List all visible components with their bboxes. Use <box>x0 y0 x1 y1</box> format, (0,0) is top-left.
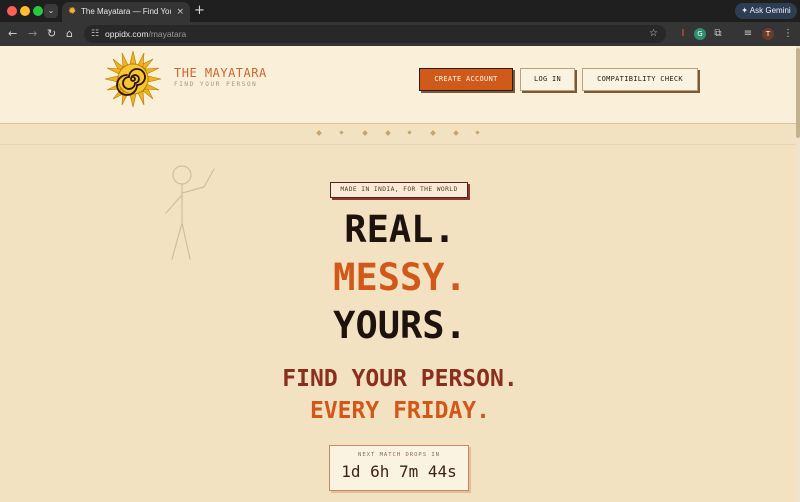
brand-tagline: FIND YOUR PERSON <box>174 81 258 88</box>
headline-yours: YOURS. <box>333 304 467 347</box>
extension-g-icon[interactable]: G <box>694 28 706 40</box>
log-in-button[interactable]: LOG IN <box>520 68 575 91</box>
new-tab-icon[interactable]: + <box>194 4 205 18</box>
headline-messy: MESSY. <box>333 256 467 299</box>
profile-avatar-icon[interactable]: T <box>762 28 774 40</box>
extension-i-icon[interactable]: I <box>677 28 689 40</box>
forward-arrow-icon[interactable]: → <box>28 27 37 41</box>
reading-list-icon[interactable]: ≡ <box>742 28 754 40</box>
url-path: /mayatara <box>148 29 187 39</box>
browser-tab[interactable]: ✹ The Mayatara — Find Your Person × <box>62 2 190 22</box>
subheadline-find-person: FIND YOUR PERSON. <box>282 366 518 392</box>
back-arrow-icon[interactable]: ← <box>8 27 17 41</box>
tab-close-icon[interactable]: × <box>176 6 184 18</box>
brand-name[interactable]: THE MAYATARA <box>174 66 267 80</box>
sun-favicon-icon: ✹ <box>68 6 77 17</box>
site-settings-icon[interactable]: ☷ <box>91 27 99 41</box>
site-header: THE MAYATARA FIND YOUR PERSON CREATE ACC… <box>0 46 800 124</box>
ask-gemini-button[interactable]: ✦ Ask Gemini <box>735 3 797 19</box>
browser-toolbar: ← → ↻ ⌂ ☷ oppidx.com/mayatara ☆ I G ⧉ ≡ … <box>0 22 800 46</box>
next-match-countdown: NEXT MATCH DROPS IN 1d 6h 7m 44s <box>329 445 469 491</box>
ask-gemini-label: Ask Gemini <box>749 6 791 15</box>
subheadline-every-friday: EVERY FRIDAY. <box>309 398 490 424</box>
browser-tab-bar: ⌄ ✹ The Mayatara — Find Your Person × + … <box>0 0 800 22</box>
gemini-sparkle-icon: ✦ <box>741 6 750 15</box>
extensions-puzzle-icon[interactable]: ⧉ <box>712 28 724 40</box>
url-text: oppidx.com/mayatara <box>105 27 186 41</box>
compatibility-check-button[interactable]: COMPATIBILITY CHECK <box>582 68 698 91</box>
maximize-window-icon[interactable] <box>33 6 43 16</box>
tab-title: The Mayatara — Find Your Person <box>81 7 171 16</box>
countdown-value: 1d 6h 7m 44s <box>341 462 457 481</box>
hero-divider <box>0 144 800 145</box>
home-icon[interactable]: ⌂ <box>66 27 73 41</box>
url-host: oppidx.com <box>105 29 149 39</box>
address-bar[interactable]: ☷ oppidx.com/mayatara ☆ <box>84 25 666 43</box>
page-content: THE MAYATARA FIND YOUR PERSON CREATE ACC… <box>0 46 800 502</box>
headline-real: REAL. <box>344 208 456 251</box>
minimize-window-icon[interactable] <box>20 6 30 16</box>
bookmark-star-icon[interactable]: ☆ <box>649 27 658 41</box>
decorative-dot-row <box>0 128 800 138</box>
made-in-india-badge: MADE IN INDIA, FOR THE WORLD <box>330 182 468 198</box>
browser-menu-icon[interactable]: ⋮ <box>782 28 794 40</box>
tab-search-icon[interactable]: ⌄ <box>44 4 58 18</box>
sun-spiral-logo-icon[interactable] <box>104 50 162 108</box>
scrollbar-thumb[interactable] <box>796 48 800 138</box>
create-account-button[interactable]: CREATE ACCOUNT <box>419 68 513 91</box>
reload-icon[interactable]: ↻ <box>47 27 56 41</box>
close-window-icon[interactable] <box>7 6 17 16</box>
countdown-label: NEXT MATCH DROPS IN <box>358 452 440 458</box>
